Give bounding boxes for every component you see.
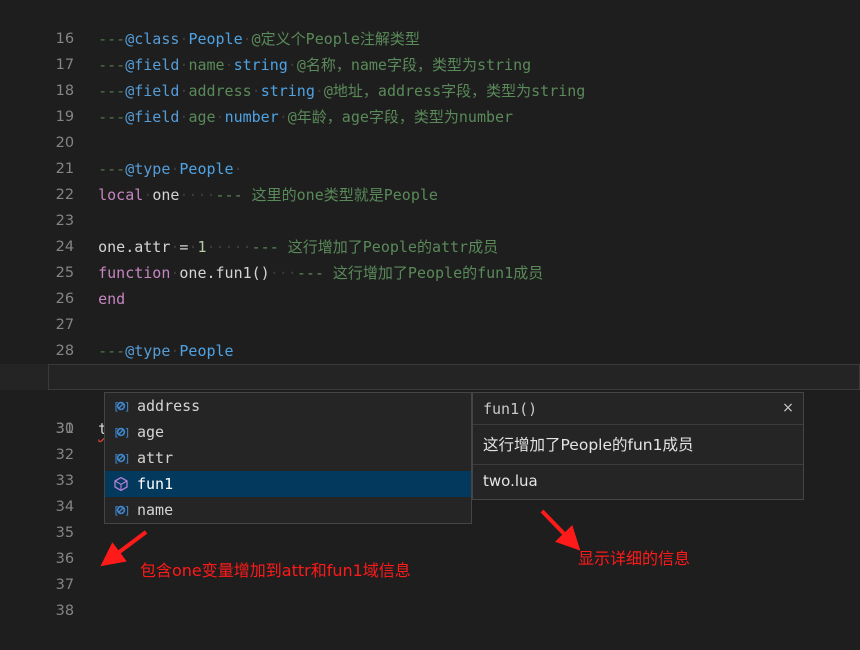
line-number: 38 — [55, 603, 75, 619]
completion-item-label: age — [137, 423, 165, 441]
doc-source-file: two.lua — [483, 472, 538, 490]
method-icon — [111, 474, 131, 494]
autocomplete-popup[interactable]: [ ] address [ ] age — [104, 392, 472, 524]
code-line-27[interactable]: 27 — [0, 286, 860, 333]
code-line-28[interactable]: 28 ---@type·People — [0, 312, 860, 360]
svg-text:[: [ — [113, 504, 120, 517]
annotation-label-left: 包含one变量增加到attr和fun1域信息 — [140, 561, 411, 580]
completion-item-label: address — [137, 397, 201, 415]
completion-item-attr[interactable]: [ ] attr — [105, 445, 471, 471]
close-icon[interactable]: × — [779, 399, 797, 417]
field-icon: [ ] — [111, 500, 131, 520]
code-line-21[interactable]: 21 ---@type·People· — [0, 130, 860, 178]
doc-description: 这行增加了People的fun1成员 — [483, 436, 694, 454]
svg-text:[: [ — [113, 400, 120, 413]
completion-item-label: name — [137, 501, 174, 519]
completion-item-fun1-selected[interactable]: fun1 — [105, 471, 471, 497]
code-line-38[interactable]: 38 — [0, 572, 860, 619]
svg-text:]: ] — [124, 400, 129, 413]
code-line-26[interactable]: 26 end — [0, 260, 860, 308]
completion-item-name[interactable]: [ ] name — [105, 497, 471, 523]
svg-text:[: [ — [113, 452, 120, 465]
code-editor[interactable]: 16 ---@class·People·@定义个People注解类型 17 ---@… — [0, 0, 860, 619]
code-line-19[interactable]: 19 ---@field·age·number·@年龄，age字段，类型为numb… — [0, 78, 860, 126]
completion-item-age[interactable]: [ ] age — [105, 419, 471, 445]
field-icon: [ ] — [111, 448, 131, 468]
code-line-18[interactable]: 18 ---@field·address·string·@地址，address字段… — [0, 52, 860, 100]
code-line-30-active[interactable]: 30two. — [0, 364, 860, 438]
code-line-17[interactable]: 17 ---@field·name·string·@名称，name字段，类型为st… — [0, 26, 860, 74]
doc-signature-row: fun1() × — [473, 393, 803, 424]
code-line-37[interactable]: 37 — [0, 546, 860, 593]
svg-text:]: ] — [124, 504, 129, 517]
code-line-29[interactable]: 29local·two — [0, 338, 860, 386]
doc-signature: fun1() — [483, 400, 538, 418]
svg-text:]: ] — [124, 452, 129, 465]
code-line-23[interactable]: 23 — [0, 182, 860, 229]
completion-item-address[interactable]: [ ] address — [105, 393, 471, 419]
code-line-24[interactable]: 24 one.attr·=·1·····--- 这行增加了People的attr成… — [0, 208, 860, 256]
svg-text:]: ] — [124, 426, 129, 439]
active-line-border — [48, 364, 860, 390]
field-icon: [ ] — [111, 396, 131, 416]
code-line-20[interactable]: 20 — [0, 104, 860, 151]
documentation-panel[interactable]: fun1() × 这行增加了People的fun1成员 two.lua — [472, 392, 804, 500]
code-line-16[interactable]: 16 ---@class·People·@定义个People注解类型 — [0, 0, 860, 48]
code-line-22[interactable]: 22 local·one····--- 这里的one类型就是People — [0, 156, 860, 204]
field-icon: [ ] — [111, 422, 131, 442]
code-line-25[interactable]: 25 function·one.fun1()···--- 这行增加了People的… — [0, 234, 860, 282]
completion-item-label: fun1 — [137, 475, 174, 493]
svg-text:[: [ — [113, 426, 120, 439]
completion-item-label: attr — [137, 449, 174, 467]
annotation-label-right: 显示详细的信息 — [578, 549, 691, 568]
